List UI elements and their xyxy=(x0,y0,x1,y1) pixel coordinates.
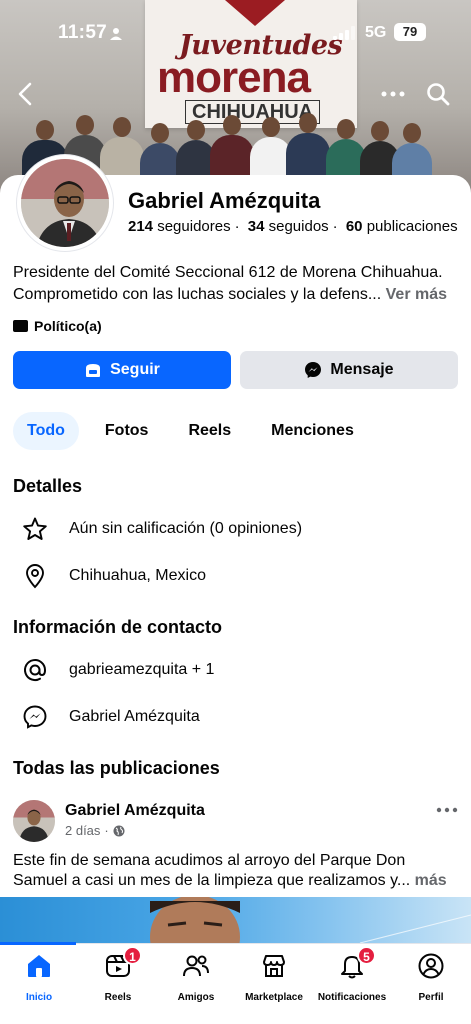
network-type: 5G xyxy=(365,24,387,41)
follow-icon xyxy=(86,364,101,377)
post-image[interactable] xyxy=(0,897,471,943)
post-meta: 2 días · xyxy=(65,823,125,838)
messenger-name: Gabriel Amézquita xyxy=(69,708,200,725)
profile-icon xyxy=(418,953,444,979)
reels-badge: 1 xyxy=(123,946,142,965)
message-button[interactable]: Mensaje xyxy=(240,351,458,389)
banner-line2: morena xyxy=(157,53,311,102)
nav-marketplace[interactable]: Marketplace xyxy=(235,952,313,1003)
post-body: Este fin de semana acudimos al arroyo de… xyxy=(13,852,411,889)
friends-icon xyxy=(183,955,209,977)
nav-friends-label: Amigos xyxy=(177,992,215,1003)
back-icon[interactable] xyxy=(14,80,38,108)
tab-todo[interactable]: Todo xyxy=(13,412,79,450)
marketplace-icon xyxy=(263,955,285,977)
profile-stats: 214 seguidores · 34 seguidos · 60 publicac… xyxy=(128,218,458,235)
profile-name: Gabriel Amézquita xyxy=(128,188,321,213)
follow-label: Seguir xyxy=(110,361,160,378)
post-text: Este fin de semana acudimos al arroyo de… xyxy=(13,851,463,891)
bottom-navigation: Inicio 1 Reels Amigos Marketplace 5 Noti… xyxy=(0,942,471,1024)
globe-icon xyxy=(113,825,125,836)
nav-home[interactable]: Inicio xyxy=(0,952,78,1003)
post-avatar-photo xyxy=(13,800,55,842)
posts-title: Todas las publicaciones xyxy=(13,758,220,778)
home-icon xyxy=(28,955,50,977)
category-label: Político(a) xyxy=(34,318,102,334)
status-time: 11:57 xyxy=(58,22,108,43)
post-photo xyxy=(150,897,471,943)
nav-notifications-label: Notificaciones xyxy=(317,992,387,1003)
messenger-icon xyxy=(305,362,322,378)
profile-avatar[interactable] xyxy=(17,155,113,251)
profile-bio: Presidente del Comité Seccional 612 de M… xyxy=(13,262,463,306)
followers-count[interactable]: 214 xyxy=(128,218,153,235)
location-text: Chihuahua, Mexico xyxy=(69,567,206,584)
instagram-handle: gabrieamezquita + 1 xyxy=(69,661,215,678)
contact-messenger-row[interactable]: Gabriel Amézquita xyxy=(0,699,471,735)
details-title: Detalles xyxy=(13,476,83,496)
follow-button[interactable]: Seguir xyxy=(13,351,231,389)
nav-home-label: Inicio xyxy=(25,992,53,1003)
nav-reels[interactable]: 1 Reels xyxy=(79,946,157,1003)
status-bar: 11:57 5G 79 xyxy=(0,22,471,48)
tab-reels[interactable]: Reels xyxy=(174,412,245,450)
bio-text: Presidente del Comité Seccional 612 de M… xyxy=(13,264,443,303)
nav-notifications[interactable]: 5 Notificaciones xyxy=(313,946,391,1003)
post-author-name[interactable]: Gabriel Amézquita xyxy=(65,802,205,820)
active-tab-indicator xyxy=(0,942,76,945)
following-label[interactable]: seguidos xyxy=(269,218,329,235)
posts-label: publicaciones xyxy=(366,218,458,235)
post-options-icon[interactable] xyxy=(435,806,459,814)
nav-reels-label: Reels xyxy=(104,992,132,1003)
post-see-more-link[interactable]: más xyxy=(415,872,447,889)
posts-count: 60 xyxy=(345,218,363,235)
post-author-avatar[interactable] xyxy=(13,800,55,842)
nav-profile[interactable]: Perfil xyxy=(392,952,470,1003)
messenger-icon xyxy=(23,705,47,729)
tab-menciones[interactable]: Menciones xyxy=(257,412,368,450)
details-rating-row[interactable]: Aún sin calificación (0 opiniones) xyxy=(0,511,471,547)
post-time[interactable]: 2 días xyxy=(65,823,100,838)
briefcase-icon xyxy=(13,320,28,332)
person-icon xyxy=(110,28,122,40)
profile-tabs: Todo Fotos Reels Menciones xyxy=(13,412,368,450)
nav-marketplace-label: Marketplace xyxy=(245,992,303,1003)
notifications-badge: 5 xyxy=(357,946,376,965)
nav-profile-label: Perfil xyxy=(418,992,444,1003)
nav-friends[interactable]: Amigos xyxy=(157,952,235,1003)
bio-see-more-link[interactable]: Ver más xyxy=(386,286,447,303)
rating-text: Aún sin calificación (0 opiniones) xyxy=(69,520,303,537)
at-sign-icon xyxy=(24,659,47,682)
more-options-icon[interactable] xyxy=(380,84,406,104)
search-icon[interactable] xyxy=(426,82,450,106)
battery-icon: 79 xyxy=(394,23,426,41)
contact-instagram-row[interactable]: gabrieamezquita + 1 xyxy=(0,652,471,688)
profile-category: Político(a) xyxy=(13,318,102,334)
message-label: Mensaje xyxy=(330,361,394,378)
followers-label[interactable]: seguidores xyxy=(157,218,230,235)
details-location-row[interactable]: Chihuahua, Mexico xyxy=(0,558,471,594)
tab-fotos[interactable]: Fotos xyxy=(91,412,163,450)
star-icon xyxy=(23,517,47,540)
contact-title: Información de contacto xyxy=(13,617,223,637)
following-count[interactable]: 34 xyxy=(248,218,265,235)
signal-icon xyxy=(333,26,355,40)
location-pin-icon xyxy=(26,564,44,589)
